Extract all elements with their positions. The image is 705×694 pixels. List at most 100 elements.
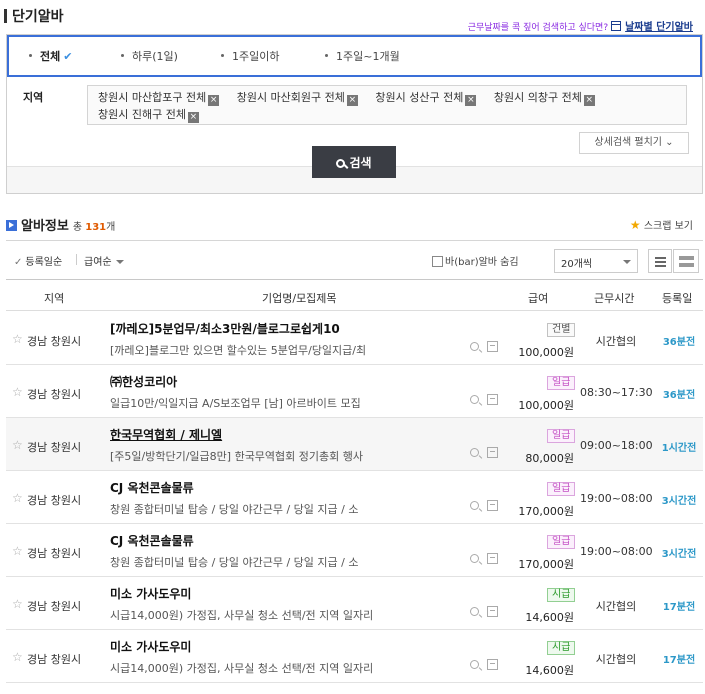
remove-icon[interactable]: × (187, 112, 199, 123)
per-page-select[interactable]: 20개씩 (554, 249, 638, 273)
row-job-title[interactable]: 일급10만/익일지급 A/S보조업무 [남] 아르바이트 모집 (110, 395, 376, 411)
row-posted: 36분전 (662, 390, 696, 401)
row-job-title[interactable]: [주5일/방학단기/일급8만] 한국무역협회 정기총회 행사 (110, 448, 376, 464)
row-hours: 시간협의 (595, 600, 637, 613)
col-pay: 급여 (528, 292, 549, 305)
table-row[interactable]: ☆ 경남 창원시 미소 가사도우미 시급14,000원) 가정집, 사무실 청소… (6, 577, 703, 630)
checkbox[interactable] (432, 256, 443, 267)
table-header: 지역 기업명/모집제목 급여 근무시간 등록일 (6, 281, 703, 311)
pay-type-badge: 시급 (547, 641, 576, 655)
row-company[interactable]: CJ 옥천콘솔물류 (110, 532, 194, 549)
tab-all[interactable]: 전체 ✔ (29, 48, 72, 64)
document-icon[interactable] (487, 341, 498, 352)
row-wage: 170,000원 (518, 505, 574, 518)
row-hours: 19:00~08:00 (580, 545, 653, 558)
calendar-icon (611, 21, 622, 31)
region-chip: 창원시 마산합포구 전체 × (98, 91, 220, 106)
remove-icon[interactable]: × (465, 95, 477, 106)
document-icon[interactable] (487, 553, 498, 564)
tab-week-to-month[interactable]: 1주일~1개월 (325, 48, 400, 64)
table-row[interactable]: ☆ 경남 창원시 CJ 옥천콘솔물류 창원 종합터미널 탑승 / 당일 야간근무… (6, 524, 703, 577)
search-icon (336, 158, 346, 168)
star-icon[interactable]: ☆ (12, 438, 23, 452)
tab-one-day[interactable]: 하루(1일) (121, 48, 178, 64)
row-company[interactable]: [까레오]5분업무/최소3만원/블로그로쉽게10 (110, 320, 340, 337)
job-info-header: 알바정보 총 131개 ★ 스크랩 보기 (6, 212, 703, 236)
region-label: 지역 (23, 91, 44, 104)
section-title: 알바정보 총 131개 (6, 215, 115, 234)
table-row[interactable]: ☆ 경남 창원시 CJ 옥천콘솔물류 창원 종합터미널 탑승 / 당일 야간근무… (6, 471, 703, 524)
detail-search-toggle[interactable]: 상세검색 펼치기 ⌄ (579, 132, 689, 154)
page-title: 단기알바 (4, 6, 64, 26)
table-row[interactable]: ☆ 경남 창원시 한국무역협회 / 제니엘 [주5일/방학단기/일급8만] 한국… (6, 418, 703, 471)
search-panel: 전체 ✔ 하루(1일) 1주일이하 1주일~1개월 지역 창원시 마산합포구 전체… (6, 34, 703, 194)
col-posted: 등록일 (662, 292, 693, 305)
row-posted: 3시간전 (661, 549, 697, 560)
row-posted: 17분전 (662, 655, 696, 666)
row-job-title[interactable]: 창원 종합터미널 탑승 / 당일 야간근무 / 당일 지급 / 소 (110, 554, 376, 570)
zoom-icon[interactable] (470, 607, 479, 616)
document-icon[interactable] (487, 659, 498, 670)
star-icon[interactable]: ☆ (12, 332, 23, 346)
document-icon[interactable] (487, 394, 498, 405)
row-company[interactable]: CJ 옥천콘솔물류 (110, 479, 194, 496)
row-job-title[interactable]: 창원 종합터미널 탑승 / 당일 야간근무 / 당일 지급 / 소 (110, 501, 376, 517)
star-icon: ★ (629, 218, 641, 232)
sort-by-pay[interactable]: 급여순 (84, 253, 124, 268)
row-company[interactable]: 미소 가사도우미 (110, 638, 191, 655)
sort-toolbar: ✓ 등록일순 급여순 바(bar)알바 숨김 20개씩 (6, 240, 703, 280)
star-icon[interactable]: ☆ (12, 597, 23, 611)
row-wage: 100,000원 (518, 399, 574, 412)
row-wage: 170,000원 (518, 558, 574, 571)
zoom-icon[interactable] (470, 660, 479, 669)
chevron-down-icon (623, 260, 631, 264)
star-icon[interactable]: ☆ (12, 491, 23, 505)
zoom-icon[interactable] (470, 448, 479, 457)
row-job-title[interactable]: [까레오]블로그만 있으면 할수있는 5분업무/당일지급/최 (110, 342, 376, 358)
scrap-view-link[interactable]: ★ 스크랩 보기 (630, 217, 693, 232)
star-icon[interactable]: ☆ (12, 650, 23, 664)
date-jobs-link[interactable]: 날짜별 단기알바 (625, 22, 693, 33)
hide-bar-jobs-checkbox[interactable]: 바(bar)알바 숨김 (432, 253, 519, 268)
row-region: 경남 창원시 (27, 547, 82, 560)
col-region: 지역 (44, 292, 65, 305)
row-region: 경남 창원시 (27, 388, 82, 401)
row-region: 경남 창원시 (27, 494, 82, 507)
row-region: 경남 창원시 (27, 600, 82, 613)
list-view-button[interactable] (648, 249, 672, 273)
document-icon[interactable] (487, 500, 498, 511)
remove-icon[interactable]: × (208, 95, 220, 106)
row-company[interactable]: 미소 가사도우미 (110, 585, 191, 602)
zoom-icon[interactable] (470, 342, 479, 351)
zoom-icon[interactable] (470, 501, 479, 510)
remove-icon[interactable]: × (346, 95, 358, 106)
row-company[interactable]: ㈜한성코리아 (110, 373, 177, 390)
row-wage: 100,000원 (518, 346, 574, 359)
zoom-icon[interactable] (470, 554, 479, 563)
row-job-title[interactable]: 시급14,000원) 가정집, 사무실 청소 선택/전 지역 일자리 (110, 607, 376, 623)
table-row[interactable]: ☆ 경남 창원시 미소 가사도우미 시급14,000원) 가정집, 사무실 청소… (6, 630, 703, 683)
document-icon[interactable] (487, 606, 498, 617)
search-button[interactable]: 검색 (312, 146, 396, 178)
zoom-icon[interactable] (470, 395, 479, 404)
row-posted: 17분전 (662, 602, 696, 613)
star-icon[interactable]: ☆ (12, 385, 23, 399)
check-icon: ✔ (63, 50, 73, 63)
divider (76, 254, 77, 265)
col-title: 기업명/모집제목 (262, 292, 337, 305)
tab-under-week[interactable]: 1주일이하 (221, 48, 279, 64)
region-chip: 창원시 마산회원구 전체 × (236, 91, 358, 106)
row-job-title[interactable]: 시급14,000원) 가정집, 사무실 청소 선택/전 지역 일자리 (110, 660, 376, 676)
row-wage: 14,600원 (525, 664, 574, 677)
document-icon[interactable] (487, 447, 498, 458)
star-icon[interactable]: ☆ (12, 544, 23, 558)
table-row[interactable]: ☆ 경남 창원시 ㈜한성코리아 일급10만/익일지급 A/S보조업무 [남] 아… (6, 365, 703, 418)
table-row[interactable]: ☆ 경남 창원시 [까레오]5분업무/최소3만원/블로그로쉽게10 [까레오]블… (6, 312, 703, 365)
title-bar-icon (4, 9, 7, 23)
region-chip: 창원시 성산구 전체 × (375, 91, 477, 106)
sort-by-date[interactable]: ✓ 등록일순 (14, 253, 62, 268)
remove-icon[interactable]: × (583, 95, 595, 106)
job-list: ☆ 경남 창원시 [까레오]5분업무/최소3만원/블로그로쉽게10 [까레오]블… (6, 312, 703, 683)
wide-view-button[interactable] (673, 249, 699, 273)
row-company[interactable]: 한국무역협회 / 제니엘 (110, 426, 222, 443)
